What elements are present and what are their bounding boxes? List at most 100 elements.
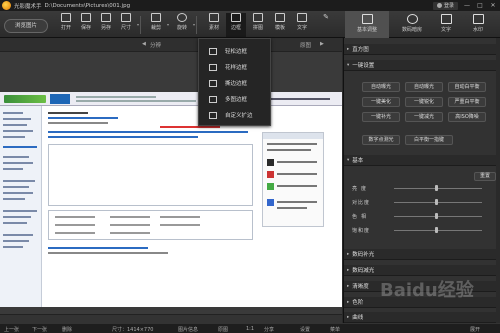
menu-item-pattern-frame[interactable]: 花样边框 — [199, 59, 272, 75]
open-button[interactable]: 打开 — [56, 13, 76, 37]
slider-brightness[interactable]: 亮度 — [344, 182, 500, 194]
text-button[interactable]: 文字 — [292, 13, 312, 37]
previous-image-button[interactable]: 上一张 — [4, 326, 19, 333]
arrow-left-icon[interactable]: ◀ — [142, 41, 146, 47]
section-histogram[interactable]: ▸ 直方图 — [344, 44, 500, 55]
photo-text-line — [76, 100, 196, 102]
arrow-right-icon[interactable]: ▶ — [320, 41, 324, 47]
frame-button[interactable]: 边框 — [226, 13, 246, 37]
one-click-button[interactable]: 一键美化 — [362, 97, 400, 107]
frame-label: 边框 — [230, 25, 241, 31]
reset-button[interactable]: 重置 — [474, 172, 496, 181]
original-button[interactable]: 原图 — [218, 326, 228, 333]
slider-handle[interactable] — [435, 199, 438, 205]
section-digital-fill[interactable]: ▸ 数码补光 — [344, 249, 500, 260]
tab-basic-adjust[interactable]: 基本调整 — [345, 11, 389, 38]
close-button[interactable]: ✕ — [489, 2, 497, 10]
text-icon — [440, 14, 452, 24]
slider-track[interactable] — [394, 216, 482, 217]
settings-button[interactable]: 设置 — [300, 326, 310, 333]
frame-icon — [209, 79, 217, 87]
photo-text-line — [55, 216, 95, 218]
collage-button[interactable]: 拼图 — [248, 13, 268, 37]
menu-item-easy-frame[interactable]: 轻松边框 — [199, 43, 272, 59]
tab-watermark-label: 水印 — [472, 27, 483, 33]
photo-content-box — [48, 144, 253, 206]
slider-track[interactable] — [394, 230, 482, 231]
save-icon — [81, 13, 91, 22]
one-click-button[interactable]: 自动曝光 — [405, 82, 443, 92]
slider-track[interactable] — [394, 202, 482, 203]
menu-item-custom-frame[interactable]: 自定义扩边 — [199, 107, 272, 123]
section-curves[interactable]: ▸ 曲线 — [344, 312, 500, 323]
one-click-button[interactable]: 一键锐化 — [405, 97, 443, 107]
one-click-button[interactable]: 一键补光 — [362, 112, 400, 122]
save-as-button[interactable]: 另存 — [96, 13, 116, 37]
one-click-button[interactable]: 数字点测光 — [362, 135, 400, 145]
next-image-button[interactable]: 下一张 — [32, 326, 47, 333]
slider-handle[interactable] — [435, 213, 438, 219]
panel-scrollbar[interactable] — [496, 38, 500, 323]
rotate-icon — [177, 13, 187, 22]
material-label: 素材 — [208, 25, 219, 31]
image-info-button[interactable]: 图片信息 — [178, 326, 198, 333]
actual-size-button[interactable]: 1:1 — [246, 326, 254, 332]
minimize-button[interactable]: — — [463, 2, 471, 10]
one-click-button[interactable]: 高ISO降噪 — [448, 112, 486, 122]
slider-saturation[interactable]: 饱和度 — [344, 224, 500, 236]
save-button[interactable]: 保存 — [76, 13, 96, 37]
image-canvas[interactable]: ◀ 分辨 原图 ▶ — [0, 38, 342, 323]
photo-text-line — [76, 96, 156, 98]
share-button[interactable]: 分享 — [264, 326, 274, 333]
tab-text[interactable]: 文字 — [435, 11, 457, 38]
section-one-click[interactable]: ▾ 一键设置 — [344, 60, 500, 71]
photo-banner — [50, 94, 70, 104]
chevron-down-icon: ▾ — [136, 22, 139, 27]
photo-sidebar-line — [3, 156, 29, 158]
original-label[interactable]: 原图 — [300, 41, 311, 49]
frame-icon — [231, 13, 241, 22]
photo-text-line — [48, 252, 168, 254]
collage-icon — [253, 13, 263, 22]
delete-button[interactable]: 删除 — [62, 326, 72, 333]
one-click-button[interactable]: 自动白平衡 — [448, 82, 486, 92]
material-icon — [209, 13, 219, 22]
template-button[interactable]: 模板 — [270, 13, 290, 37]
title-controls: 登录 — □ ✕ — [432, 0, 500, 11]
slider-handle[interactable] — [435, 185, 438, 191]
photo-thumbnail — [267, 183, 274, 190]
browse-images-button[interactable]: 浏览图片 — [4, 19, 48, 33]
maximize-button[interactable]: □ — [476, 2, 484, 10]
photo-sidebar — [0, 106, 42, 307]
slider-handle[interactable] — [435, 227, 438, 233]
one-click-button[interactable]: 自动曝光 — [362, 82, 400, 92]
photo-text-line — [267, 143, 317, 145]
tab-watermark[interactable]: 水印 — [459, 11, 497, 38]
resolution-label[interactable]: 分辨 — [150, 41, 161, 49]
photo-text-line — [48, 136, 198, 138]
one-click-button[interactable]: 严重白平衡 — [448, 97, 486, 107]
rotate-button[interactable]: 旋转 ▾ — [172, 13, 195, 37]
tab-darkroom[interactable]: 数码暗房 — [390, 11, 434, 38]
section-digital-reduce[interactable]: ▸ 数码减光 — [344, 265, 500, 276]
one-click-button[interactable]: 一键减光 — [405, 112, 443, 122]
crop-button[interactable]: 裁剪 ▾ — [146, 13, 169, 37]
one-click-button[interactable]: 白平衡一指键 — [405, 135, 453, 145]
app-name: 光影魔术手 — [14, 3, 42, 10]
slider-hue[interactable]: 色相 — [344, 210, 500, 222]
slider-track[interactable] — [394, 188, 482, 189]
login-button[interactable]: 登录 — [432, 1, 458, 10]
more-tools-button[interactable]: ✎ — [316, 13, 336, 37]
photo-sidebar-line — [3, 130, 33, 132]
slider-contrast[interactable]: 对比度 — [344, 196, 500, 208]
menu-item-multi-frame[interactable]: 多图边框 — [199, 91, 272, 107]
resize-button[interactable]: 尺寸 ▾ — [116, 13, 139, 37]
menu-item-torn-frame[interactable]: 撕边边框 — [199, 75, 272, 91]
photo-sidebar-line — [3, 118, 31, 120]
menu-button[interactable]: 菜单 — [330, 326, 340, 333]
expand-button[interactable]: 展开 — [470, 326, 480, 333]
photo-preview[interactable] — [0, 92, 342, 307]
material-button[interactable]: 素材 — [204, 13, 224, 37]
canvas-scrollbar[interactable] — [0, 314, 342, 323]
section-basic[interactable]: ▾ 基本 — [344, 155, 500, 166]
